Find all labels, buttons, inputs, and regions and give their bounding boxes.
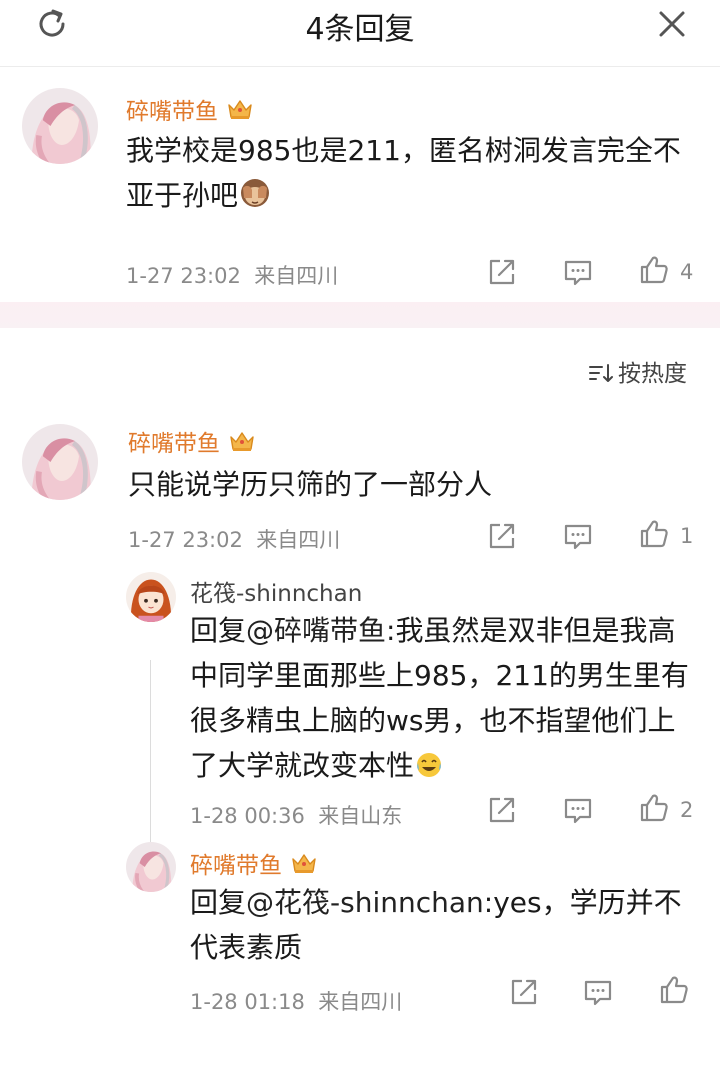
reply-prefix: 回复 [190,886,247,919]
comment-text-body: 我学校是985也是211，匿名树洞发言完全不亚于孙吧 [126,134,681,212]
share-icon[interactable] [508,976,540,1008]
username-text[interactable]: 花筏-shinnchan [190,581,362,607]
header: 4条回复 [0,0,720,66]
timestamp: 1-27 23:02 [128,528,243,552]
mention-link[interactable]: @碎嘴带鱼 [246,614,386,647]
avatar[interactable] [126,572,176,622]
share-icon[interactable] [486,520,518,552]
like-count: 4 [680,260,694,284]
reply-text: 回复@碎嘴带鱼:我虽然是双非但是我高中同学里面那些上985，211的男生里有很多… [190,608,690,788]
page-title: 4条回复 [305,12,415,47]
comment-icon[interactable] [562,520,594,552]
comment-text: 我学校是985也是211，匿名树洞发言完全不亚于孙吧 [126,128,696,218]
thumbs-up-icon[interactable] [638,518,670,550]
like-count: 2 [680,798,694,822]
mention-link[interactable]: @花筏-shinnchan [246,886,484,919]
comment-meta: 1-27 23:02 来自四川 [126,260,338,290]
username-text[interactable]: 碎嘴带鱼 [190,853,282,879]
username[interactable]: 碎嘴带鱼 [126,92,254,126]
share-icon[interactable] [486,256,518,288]
avatar[interactable] [126,842,176,892]
comment-meta: 1-27 23:02 来自四川 [128,524,340,554]
username[interactable]: 花筏-shinnchan [190,574,362,608]
timestamp: 1-28 00:36 [190,804,305,828]
username[interactable]: 碎嘴带鱼 [128,424,256,458]
close-icon[interactable] [654,6,690,42]
username-text[interactable]: 碎嘴带鱼 [128,431,220,457]
reply-meta: 1-28 01:18 来自四川 [190,986,402,1016]
crown-icon [290,851,318,875]
comment-icon[interactable] [582,976,614,1008]
reply-meta: 1-28 00:36 来自山东 [190,800,402,830]
crown-icon [226,97,254,121]
sort-label[interactable]: 按热度 [618,361,687,387]
comment-text: 只能说学历只筛的了一部分人 [128,468,493,501]
comment-icon[interactable] [562,256,594,288]
timestamp: 1-28 01:18 [190,990,305,1014]
like-count: 1 [680,524,694,548]
username[interactable]: 碎嘴带鱼 [190,846,318,880]
timestamp: 1-27 23:02 [126,264,241,288]
location: 来自四川 [318,990,403,1014]
thumbs-up-icon[interactable] [638,254,670,286]
sort-icon [589,364,613,382]
username-text[interactable]: 碎嘴带鱼 [126,99,218,125]
divider [0,66,720,67]
thumbs-up-icon[interactable] [658,974,690,1006]
crown-icon [228,429,256,453]
laughing-crying-face-icon [417,753,442,777]
location: 来自四川 [254,264,339,288]
comment-icon[interactable] [562,794,594,826]
reply-text: 回复@花筏-shinnchan:yes，学历并不代表素质 [190,880,700,970]
see-no-evil-monkey-icon [241,179,270,207]
location: 来自山东 [318,804,403,828]
thumbs-up-icon[interactable] [638,792,670,824]
location: 来自四川 [256,528,341,552]
share-icon[interactable] [486,794,518,826]
thread-line [150,660,151,845]
avatar[interactable] [22,88,98,164]
section-separator [0,302,720,328]
sort-button[interactable]: 按热度 [588,354,687,388]
avatar[interactable] [22,424,98,500]
reply-prefix: 回复 [190,614,247,647]
